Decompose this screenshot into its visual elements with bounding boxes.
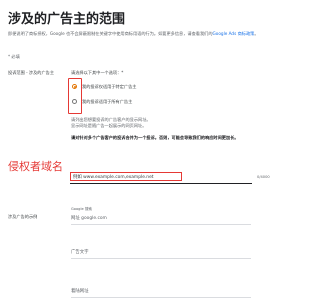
landing-url-underline — [71, 297, 251, 298]
required-note: * 必填 — [8, 54, 20, 59]
option-specific-advertiser-label[interactable]: 我的投诉仅适用于特定广告主 — [82, 84, 136, 90]
ad-example-label: 涉及广告的示例 — [8, 214, 38, 219]
radio-specific-advertiser[interactable] — [72, 84, 77, 89]
radio-all-advertisers[interactable] — [72, 99, 77, 104]
google-search-label: Google 搜索 — [71, 207, 93, 211]
page-title: 涉及的广告主的范围 — [8, 12, 126, 27]
combine-complaints-note: 请对针对多个广告客户的投诉合并为一个投诉。否则，可能会导致我们的响应时间更加长。 — [71, 135, 239, 140]
intro-text-after: 。 — [254, 31, 259, 36]
url-hint: 请列出您想要投诉的广告客户的显示网址。 显示网址是随广告一起展示的网页网址。 — [71, 117, 151, 129]
display-url-underline — [70, 183, 252, 184]
scope-label: 投诉范围 - 涉及的广告主 — [8, 70, 55, 75]
ad-url-input[interactable]: 网址 google.com — [71, 215, 107, 221]
trademark-policy-link[interactable]: Google Ads 商标政策 — [213, 31, 255, 36]
intro-text-before: 即便说明了商标授权，Google 也不会屏蔽限制在关键字中使用商标用语的行为。如… — [8, 31, 213, 36]
url-hint-line-2: 显示网址是随广告一起展示的网页网址。 — [71, 123, 147, 128]
character-counter: 0/4000 — [257, 175, 270, 179]
scope-prompt: 请选择以下其中一个选项：* — [71, 70, 124, 75]
intro-text: 即便说明了商标授权，Google 也不会屏蔽限制在关键字中使用商标用语的行为。如… — [8, 31, 278, 37]
ad-url-underline — [71, 224, 251, 225]
option-all-advertisers-label[interactable]: 我的投诉适用于所有广告主 — [82, 99, 132, 105]
infringer-domain-annotation: 侵权者域名 — [8, 160, 63, 173]
display-url-input[interactable]: 例如 www.example.com,example.net — [73, 174, 154, 180]
ad-text-underline — [71, 258, 251, 259]
ad-text-input[interactable]: 广告文字 — [71, 249, 89, 255]
landing-url-input[interactable]: 着陆网址 — [71, 288, 89, 294]
